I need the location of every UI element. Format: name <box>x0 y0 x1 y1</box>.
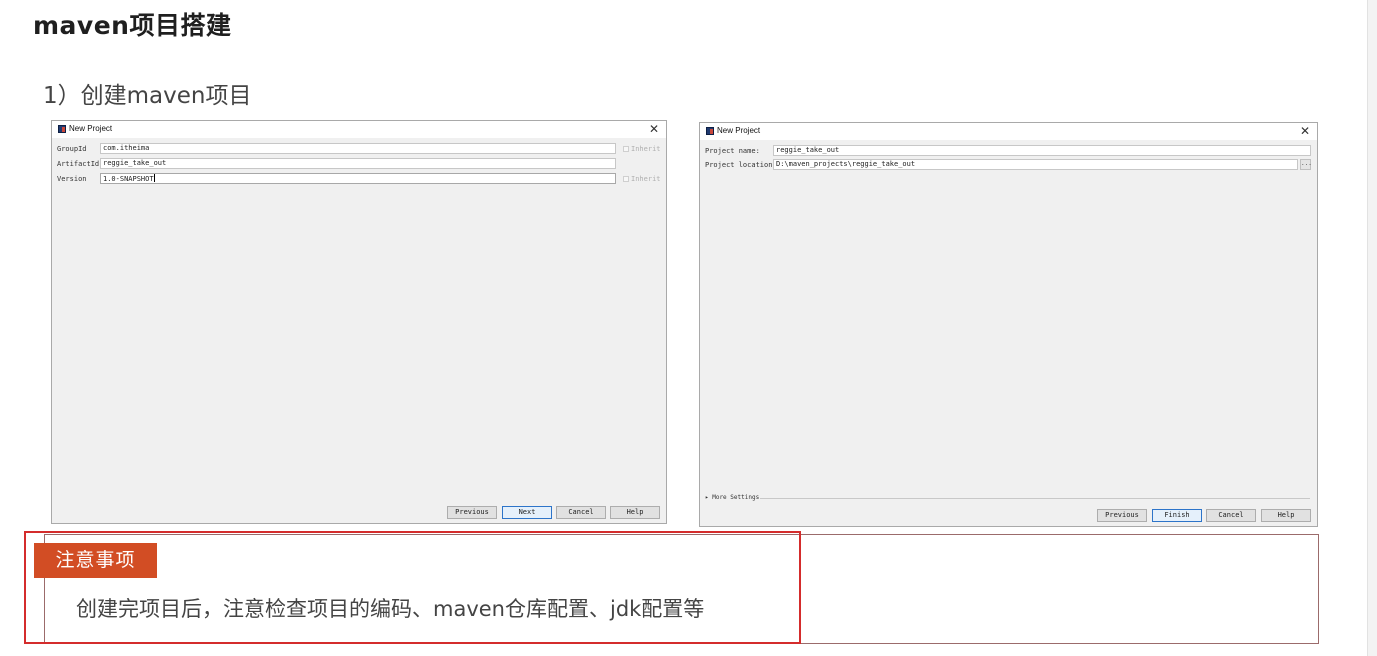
checkbox-icon <box>623 176 629 182</box>
previous-button[interactable]: Previous <box>1097 509 1147 522</box>
dialog-title: New Project <box>69 124 113 133</box>
dialog-title: New Project <box>717 126 761 135</box>
close-icon[interactable]: ✕ <box>1300 123 1310 139</box>
more-settings-separator <box>760 498 1310 499</box>
note-text: 创建完项目后，注意检查项目的编码、maven仓库配置、jdk配置等 <box>76 597 705 621</box>
help-button[interactable]: Help <box>1261 509 1311 522</box>
version-label: Version <box>57 175 87 183</box>
page-scrollbar[interactable] <box>1367 0 1377 656</box>
dialog-titlebar: New Project ✕ <box>52 121 666 138</box>
next-button[interactable]: Next <box>502 506 552 519</box>
previous-button[interactable]: Previous <box>447 506 497 519</box>
project-location-label: Project location: <box>705 161 777 169</box>
version-inherit-checkbox[interactable]: Inherit <box>623 175 661 183</box>
step-heading: 1）创建maven项目 <box>43 83 252 109</box>
new-project-dialog-location: New Project ✕ Project name: reggie_take_… <box>699 122 1318 527</box>
version-value: 1.0-SNAPSHOT <box>103 175 154 183</box>
groupid-inherit-checkbox[interactable]: Inherit <box>623 145 661 153</box>
artifactid-label: ArtifactId <box>57 160 100 168</box>
version-field[interactable]: 1.0-SNAPSHOT <box>100 173 616 184</box>
artifactid-field[interactable]: reggie_take_out <box>100 158 616 169</box>
groupid-label: GroupId <box>57 145 87 153</box>
inherit-label: Inherit <box>631 145 661 153</box>
project-name-field[interactable]: reggie_take_out <box>773 145 1311 156</box>
project-location-field[interactable]: D:\maven_projects\reggie_take_out <box>773 159 1298 170</box>
cancel-button[interactable]: Cancel <box>556 506 606 519</box>
groupid-field[interactable]: com.itheima <box>100 143 616 154</box>
finish-button[interactable]: Finish <box>1152 509 1202 522</box>
close-icon[interactable]: ✕ <box>649 121 659 137</box>
checkbox-icon <box>623 146 629 152</box>
project-name-label: Project name: <box>705 147 760 155</box>
dialog-titlebar: New Project ✕ <box>700 123 1317 140</box>
browse-folder-button[interactable]: ... <box>1300 159 1312 170</box>
help-button[interactable]: Help <box>610 506 660 519</box>
intellij-app-icon <box>706 127 714 135</box>
note-badge: 注意事项 <box>34 543 157 578</box>
intellij-app-icon <box>58 125 66 133</box>
page-title: maven项目搭建 <box>33 11 232 40</box>
text-caret <box>153 174 155 182</box>
more-settings-toggle[interactable]: ▸ More Settings <box>705 494 759 501</box>
new-project-dialog-maven: New Project ✕ GroupId com.itheima Inheri… <box>51 120 667 524</box>
inherit-label: Inherit <box>631 175 661 183</box>
cancel-button[interactable]: Cancel <box>1206 509 1256 522</box>
